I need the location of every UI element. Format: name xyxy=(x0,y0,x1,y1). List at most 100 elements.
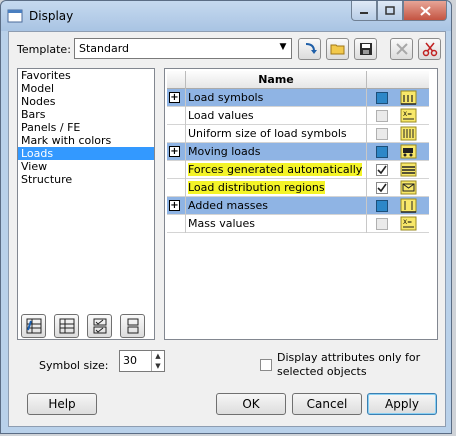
grid-row-moving-loads[interactable]: + Moving loads xyxy=(167,143,429,161)
attributes-only-selected-checkbox[interactable] xyxy=(260,359,272,371)
apply-template-icon xyxy=(305,43,317,54)
grid-row-uniform-size[interactable]: Uniform size of load symbols xyxy=(167,125,429,143)
apply-button[interactable]: Apply xyxy=(367,393,437,415)
check-all-button[interactable] xyxy=(87,314,112,338)
category-item-structure[interactable]: Structure xyxy=(18,173,154,186)
attributes-grid: Name + Load symbols Load values X= Unifo… xyxy=(167,71,429,233)
spin-arrows[interactable]: ▲ ▼ xyxy=(151,351,164,371)
help-button[interactable]: Help xyxy=(27,393,97,415)
grid-row-mass-values[interactable]: Mass values X= xyxy=(167,215,429,233)
deselect-all-button[interactable] xyxy=(54,314,79,338)
minimize-button[interactable] xyxy=(351,1,377,21)
grid-row-load-symbols[interactable]: + Load symbols xyxy=(167,89,429,107)
checkmark-icon xyxy=(377,183,387,193)
category-list[interactable]: Favorites Model Nodes Bars Panels / FE M… xyxy=(17,68,155,340)
symbol-size-stepper[interactable]: 30 ▲ ▼ xyxy=(119,350,165,372)
apply-template-button[interactable] xyxy=(298,38,321,60)
category-item-mark-with-colors[interactable]: Mark with colors xyxy=(18,134,154,147)
close-button[interactable] xyxy=(403,1,447,21)
attributes-only-selected-label[interactable]: Display attributes only for selected obj… xyxy=(277,351,442,379)
open-folder-icon xyxy=(330,44,344,55)
row-checkbox[interactable] xyxy=(376,110,388,122)
category-item-loads[interactable]: Loads xyxy=(18,147,154,160)
window-title: Display xyxy=(29,9,74,23)
column-header-name[interactable]: Name xyxy=(185,71,367,89)
symbol-size-label: Symbol size: xyxy=(39,359,109,372)
row-checkbox[interactable] xyxy=(376,182,388,194)
template-label: Template: xyxy=(17,43,71,56)
grid-row-load-distribution[interactable]: Load distribution regions xyxy=(167,179,429,197)
load-values-icon: X= xyxy=(400,108,417,123)
uncheck-all-button[interactable] xyxy=(120,314,145,338)
chevron-up-icon[interactable]: ▲ xyxy=(152,351,164,361)
row-label: Forces generated automatically xyxy=(185,161,367,179)
cut-icon xyxy=(422,42,437,57)
open-template-button[interactable] xyxy=(326,38,349,60)
cut-template-button[interactable] xyxy=(418,38,441,60)
row-checkbox[interactable] xyxy=(376,200,388,212)
symbol-size-value[interactable]: 30 xyxy=(123,354,137,367)
row-label: Load symbols xyxy=(185,89,367,107)
cancel-button[interactable]: Cancel xyxy=(292,393,362,415)
load-distribution-icon xyxy=(400,180,417,195)
delete-icon xyxy=(395,43,408,55)
category-item-bars[interactable]: Bars xyxy=(18,108,154,121)
title-bar[interactable]: Display xyxy=(1,1,451,31)
expand-icon[interactable]: + xyxy=(169,200,180,211)
save-template-button[interactable] xyxy=(354,38,377,60)
added-masses-icon xyxy=(400,198,417,213)
grid-row-added-masses[interactable]: + Added masses xyxy=(167,197,429,215)
grid-row-load-values[interactable]: Load values X= xyxy=(167,107,429,125)
row-label: Uniform size of load symbols xyxy=(185,125,367,143)
svg-text:X=: X= xyxy=(403,111,412,118)
app-icon xyxy=(7,9,23,23)
select-all-button[interactable] xyxy=(21,314,46,338)
category-item-view[interactable]: View xyxy=(18,160,154,173)
load-symbols-icon xyxy=(400,90,417,105)
row-label: Mass values xyxy=(185,215,367,233)
category-item-favorites[interactable]: Favorites xyxy=(18,69,154,82)
row-label-text: Load distribution regions xyxy=(188,181,325,194)
maximize-button[interactable] xyxy=(377,1,403,21)
select-all-icon xyxy=(26,318,41,334)
grid-row-forces-generated[interactable]: Forces generated automatically xyxy=(167,161,429,179)
row-label: Added masses xyxy=(185,197,367,215)
ok-button[interactable]: OK xyxy=(216,393,286,415)
mass-values-icon: X= xyxy=(400,216,417,231)
save-icon xyxy=(359,43,372,55)
category-item-model[interactable]: Model xyxy=(18,82,154,95)
row-checkbox[interactable] xyxy=(376,218,388,230)
grid-header: Name xyxy=(167,71,429,89)
chevron-down-icon[interactable]: ▼ xyxy=(152,361,164,371)
row-label-text: Forces generated automatically xyxy=(188,163,363,176)
uniform-size-icon xyxy=(400,126,417,141)
moving-loads-icon xyxy=(400,144,417,159)
attributes-panel[interactable]: Name + Load symbols Load values X= Unifo… xyxy=(164,68,438,340)
svg-text:X=: X= xyxy=(403,219,412,226)
delete-template-button[interactable] xyxy=(390,38,413,60)
template-value: Standard xyxy=(79,42,130,55)
row-label: Load distribution regions xyxy=(185,179,367,197)
expand-icon[interactable]: + xyxy=(169,92,180,103)
maximize-icon xyxy=(385,6,395,15)
row-checkbox[interactable] xyxy=(376,92,388,104)
checkmark-icon xyxy=(377,165,387,175)
row-checkbox[interactable] xyxy=(376,146,388,158)
row-label: Load values xyxy=(185,107,367,125)
row-checkbox[interactable] xyxy=(376,164,388,176)
minimize-icon xyxy=(360,11,368,14)
row-checkbox[interactable] xyxy=(376,128,388,140)
deselect-all-icon xyxy=(59,318,74,334)
chevron-down-icon[interactable]: ▼ xyxy=(277,42,289,55)
row-label: Moving loads xyxy=(185,143,367,161)
display-dialog: Display Template: Standard ▼ Favorites M… xyxy=(0,0,452,434)
close-icon xyxy=(419,5,431,16)
forces-generated-icon xyxy=(400,162,417,177)
dialog-body: Template: Standard ▼ Favorites Model Nod… xyxy=(8,31,446,427)
check-all-icon xyxy=(93,318,106,334)
template-select[interactable]: Standard ▼ xyxy=(74,38,292,59)
category-item-nodes[interactable]: Nodes xyxy=(18,95,154,108)
expand-icon[interactable]: + xyxy=(169,146,180,157)
category-item-panels-fe[interactable]: Panels / FE xyxy=(18,121,154,134)
uncheck-all-icon xyxy=(127,318,138,334)
